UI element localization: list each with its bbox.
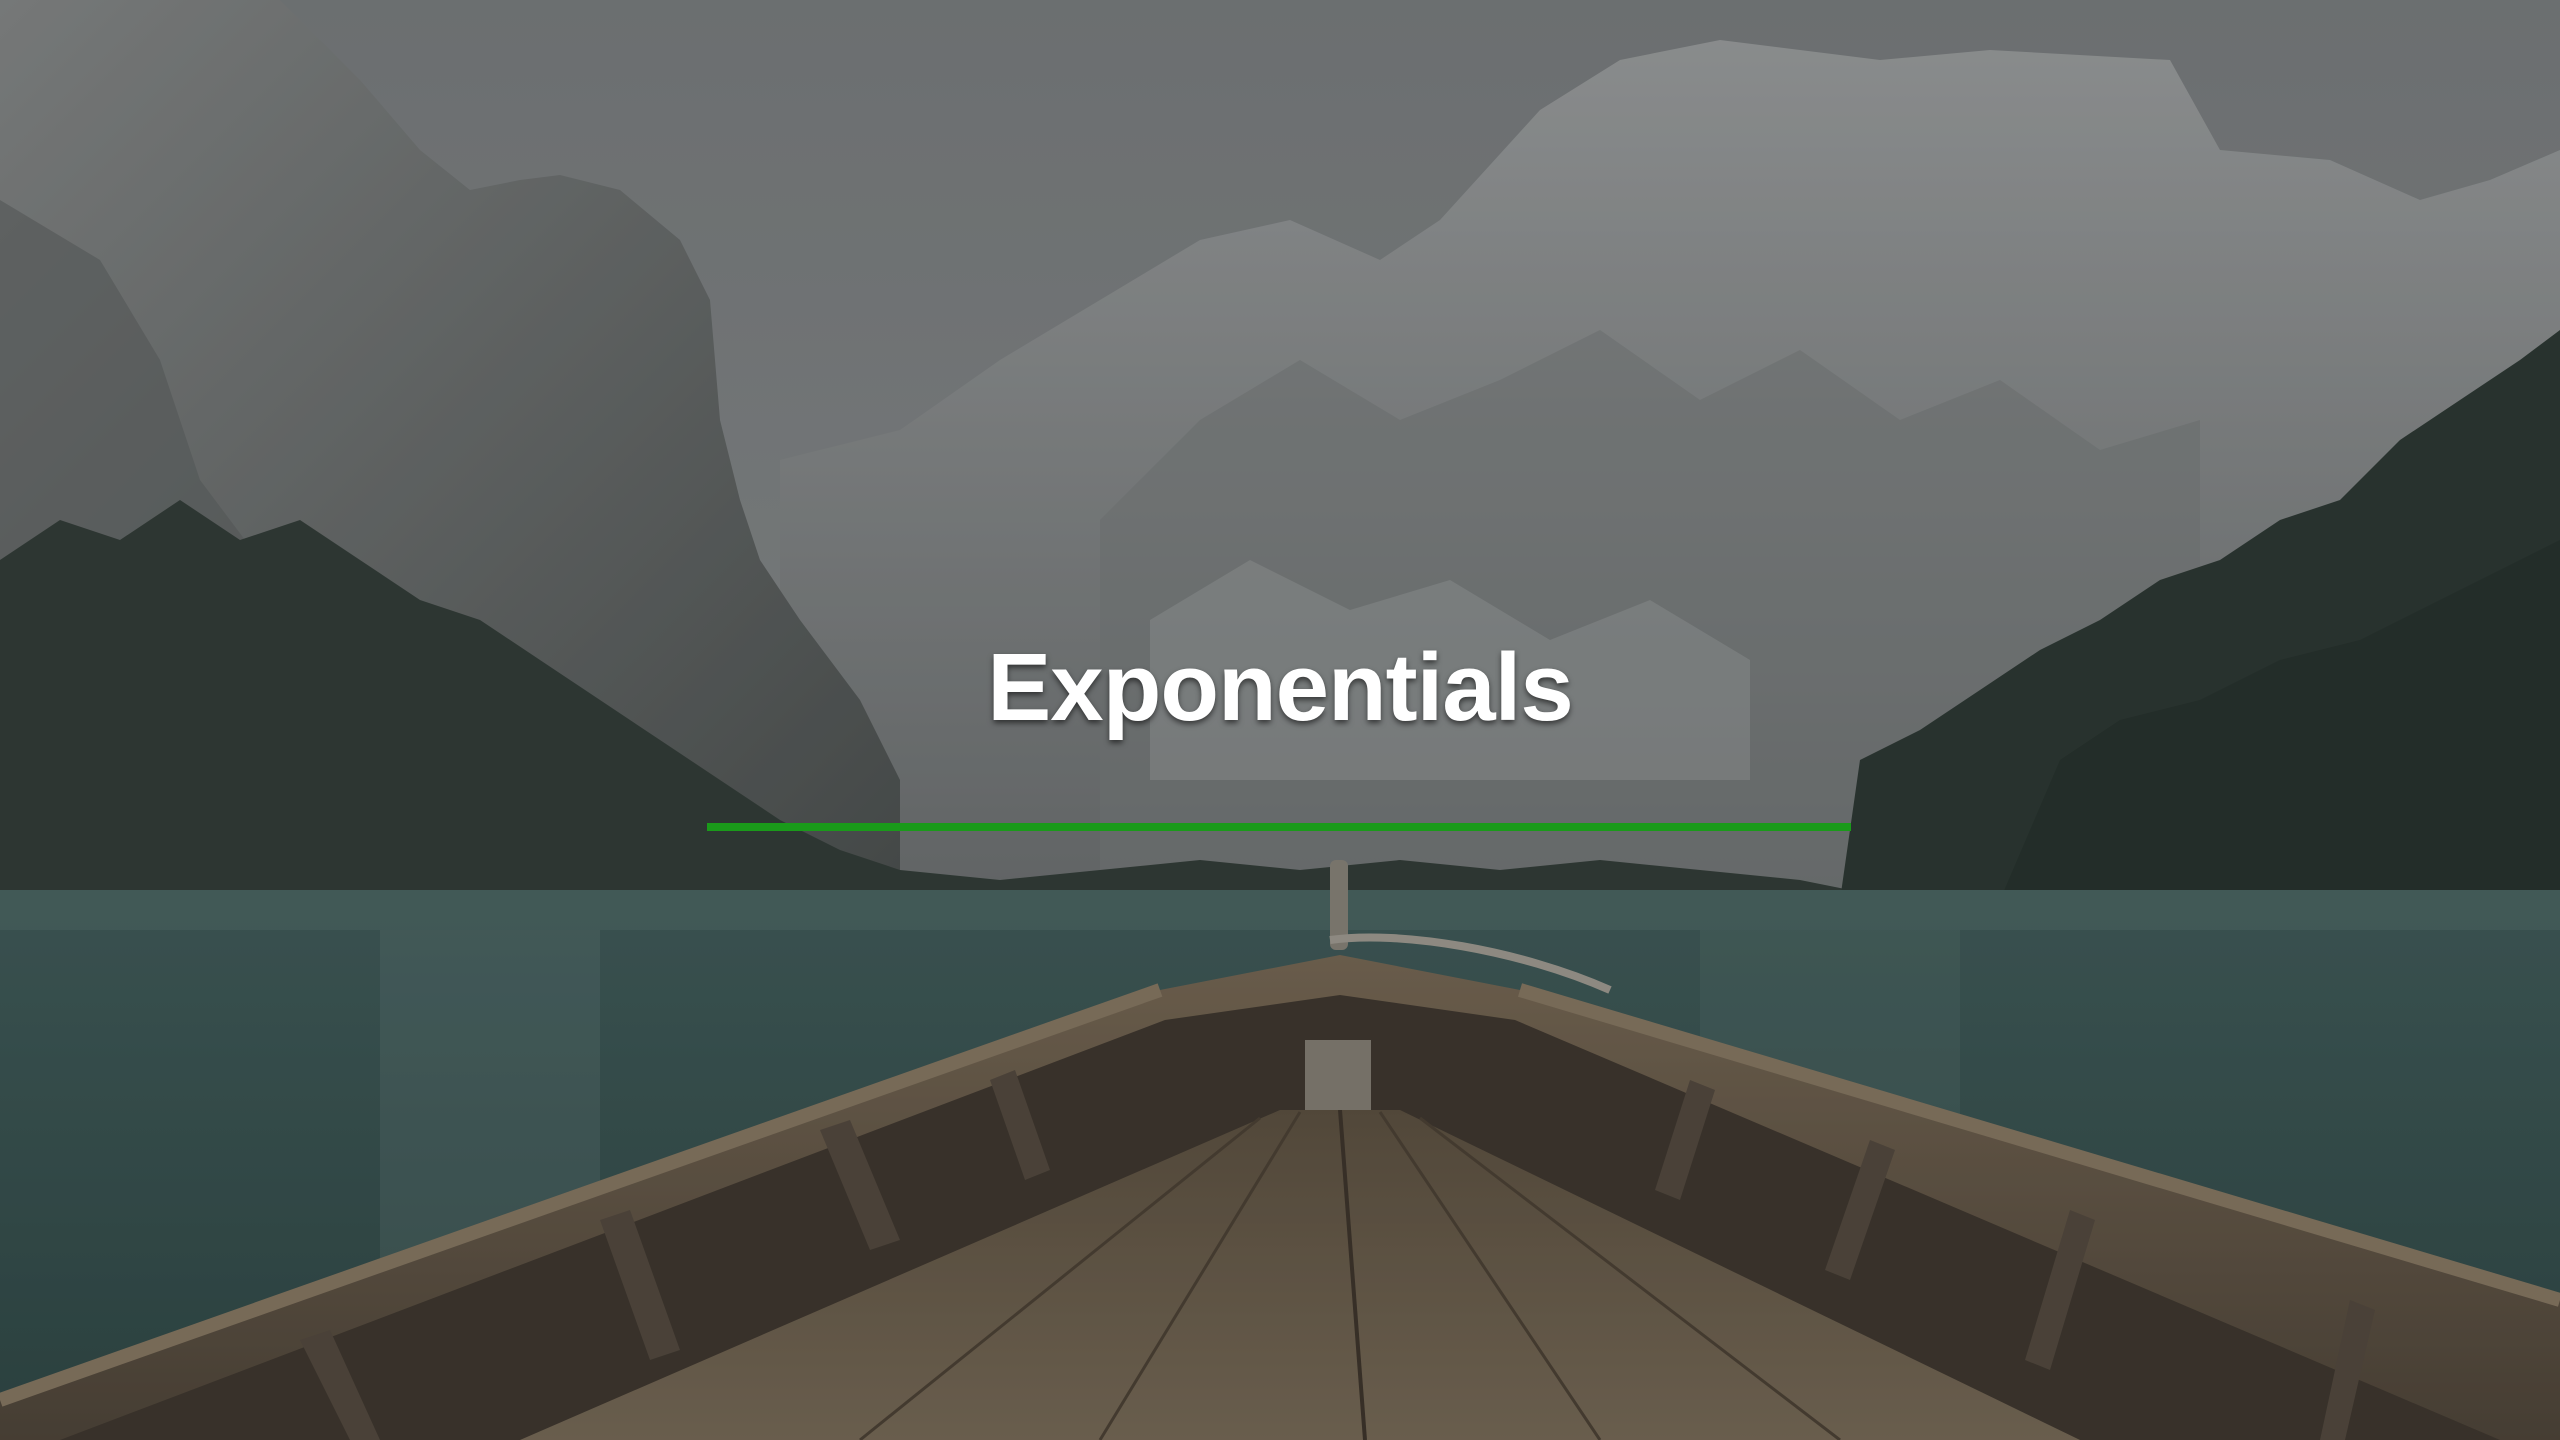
slide-title: Exponentials bbox=[987, 634, 1573, 741]
title-underline-rule bbox=[707, 823, 1851, 831]
slide: Exponentials bbox=[0, 0, 2560, 1440]
